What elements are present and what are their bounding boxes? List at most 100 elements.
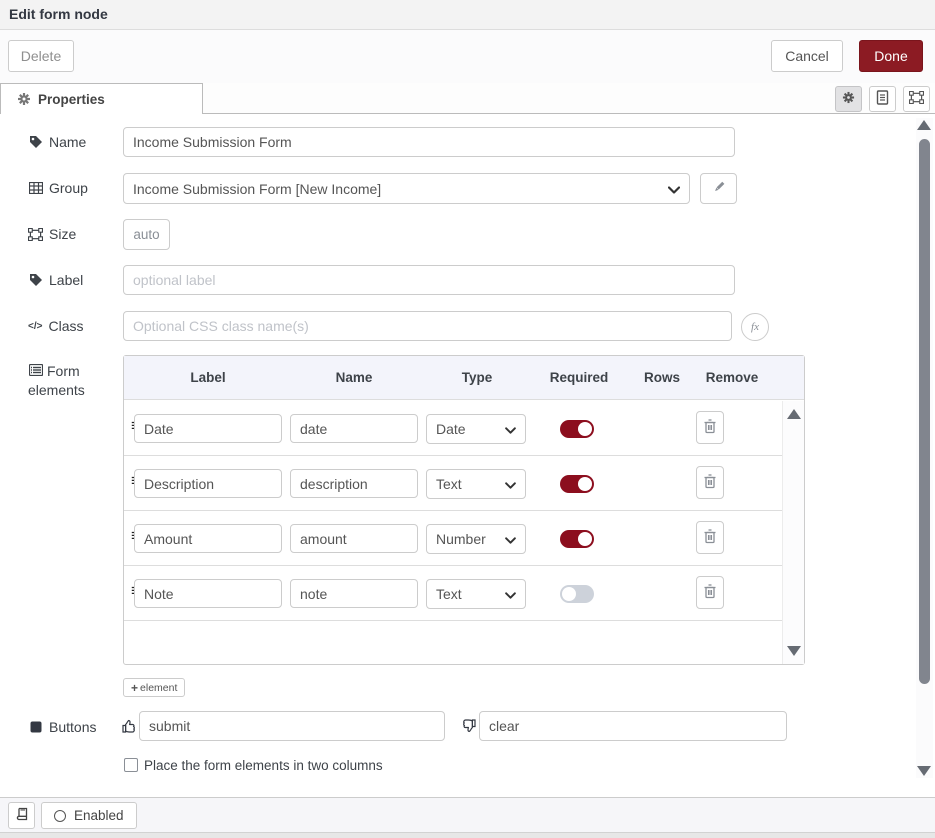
toggle-knob (578, 477, 592, 491)
book-icon (15, 807, 29, 824)
buttons-field-label: Buttons (28, 719, 96, 735)
label-field-label: Label (28, 272, 83, 288)
scroll-up-arrow-icon[interactable] (787, 409, 801, 419)
group-field-label: Group (28, 180, 88, 196)
class-input[interactable] (123, 311, 732, 341)
column-header-required: Required (550, 370, 609, 385)
workspace-edge (0, 832, 935, 838)
tag-icon (28, 273, 43, 287)
column-header-label: Label (190, 370, 225, 385)
scroll-up-arrow-icon[interactable] (917, 120, 931, 130)
remove-element-button[interactable] (696, 521, 724, 554)
fx-icon[interactable]: fx (741, 313, 769, 341)
element-label-input[interactable] (134, 414, 282, 443)
cancel-button[interactable]: Cancel (771, 40, 843, 72)
trash-icon (703, 583, 717, 602)
object-group-icon (28, 228, 43, 241)
object-group-icon (909, 91, 924, 107)
form-elements-label: Form elements (28, 362, 85, 400)
scrollbar-thumb[interactable] (919, 139, 930, 684)
dialog-toolbar: Delete Cancel Done (0, 30, 935, 83)
element-label-input[interactable] (134, 524, 282, 553)
scroll-down-arrow-icon[interactable] (787, 646, 801, 656)
dialog-title: Edit form node (0, 0, 935, 30)
element-type-select[interactable]: Date (426, 414, 526, 444)
form-element-row: ≡ Date (124, 401, 783, 456)
element-label-input[interactable] (134, 579, 282, 608)
square-icon (28, 721, 43, 733)
column-header-type: Type (462, 370, 493, 385)
trash-icon (703, 473, 717, 492)
form-element-row: ≡ Number (124, 511, 783, 566)
class-field-label: </> Class (28, 318, 83, 334)
tag-icon (28, 135, 43, 149)
element-name-input[interactable] (290, 524, 418, 553)
size-field-label: Size (28, 226, 76, 242)
chevron-down-icon (505, 476, 516, 492)
label-input[interactable] (123, 265, 735, 295)
gear-icon (842, 91, 855, 107)
table-scrollbar[interactable] (782, 401, 804, 664)
element-type-select[interactable]: Text (426, 579, 526, 609)
element-type-select[interactable]: Number (426, 524, 526, 554)
two-columns-label: Place the form elements in two columns (144, 758, 383, 773)
properties-view-button[interactable] (835, 86, 862, 112)
element-name-input[interactable] (290, 469, 418, 498)
submit-button-text-input[interactable] (139, 711, 445, 741)
enabled-label: Enabled (74, 808, 124, 823)
tab-properties[interactable]: Properties (0, 83, 203, 114)
docs-button[interactable] (8, 802, 35, 829)
chevron-down-icon (505, 421, 516, 437)
chevron-down-icon (505, 531, 516, 547)
dialog-footer: Enabled (0, 797, 935, 832)
edit-group-button[interactable] (700, 173, 737, 204)
properties-panel: Name Group Income Submission Form [New I… (0, 114, 935, 797)
chevron-down-icon (668, 181, 680, 197)
required-toggle[interactable] (560, 475, 594, 493)
plus-icon: + (131, 681, 138, 695)
required-toggle[interactable] (560, 585, 594, 603)
status-circle-icon (54, 810, 66, 822)
tab-properties-label: Properties (38, 92, 105, 107)
appearance-view-button[interactable] (903, 86, 930, 112)
element-label-input[interactable] (134, 469, 282, 498)
description-view-button[interactable] (869, 86, 896, 112)
thumbs-up-icon (121, 718, 137, 734)
form-element-row: ≡ Text (124, 456, 783, 511)
form-elements-table: Label Name Type Required Rows Remove ≡ D… (123, 355, 805, 665)
code-icon: </> (28, 321, 42, 332)
form-elements-table-header: Label Name Type Required Rows Remove (124, 356, 804, 400)
thumbs-down-icon (461, 718, 477, 734)
delete-button[interactable]: Delete (8, 40, 74, 72)
enabled-toggle-button[interactable]: Enabled (41, 802, 137, 829)
tab-bar: Properties (0, 83, 935, 114)
element-name-input[interactable] (290, 579, 418, 608)
clear-button-text-input[interactable] (479, 711, 787, 741)
remove-element-button[interactable] (696, 576, 724, 609)
two-columns-checkbox[interactable] (124, 758, 138, 772)
file-icon (876, 90, 889, 108)
element-type-select[interactable]: Text (426, 469, 526, 499)
toggle-knob (578, 422, 592, 436)
main-scrollbar[interactable] (916, 118, 933, 778)
size-auto-button[interactable]: auto (123, 219, 170, 250)
element-name-input[interactable] (290, 414, 418, 443)
trash-icon (703, 418, 717, 437)
form-element-row: ≡ Text (124, 566, 783, 621)
scroll-down-arrow-icon[interactable] (917, 766, 931, 776)
name-field-label: Name (28, 134, 86, 150)
trash-icon (703, 528, 717, 547)
add-element-button[interactable]: + element (123, 678, 185, 697)
chevron-down-icon (505, 586, 516, 602)
name-input[interactable] (123, 127, 735, 157)
pencil-icon (712, 180, 726, 197)
required-toggle[interactable] (560, 420, 594, 438)
required-toggle[interactable] (560, 530, 594, 548)
form-elements-rows: ≡ Date ≡ Text (124, 401, 783, 664)
remove-element-button[interactable] (696, 411, 724, 444)
done-button[interactable]: Done (859, 40, 923, 72)
remove-element-button[interactable] (696, 466, 724, 499)
gear-icon (16, 92, 31, 106)
toggle-knob (562, 587, 576, 601)
group-select[interactable]: Income Submission Form [New Income] (123, 173, 690, 204)
